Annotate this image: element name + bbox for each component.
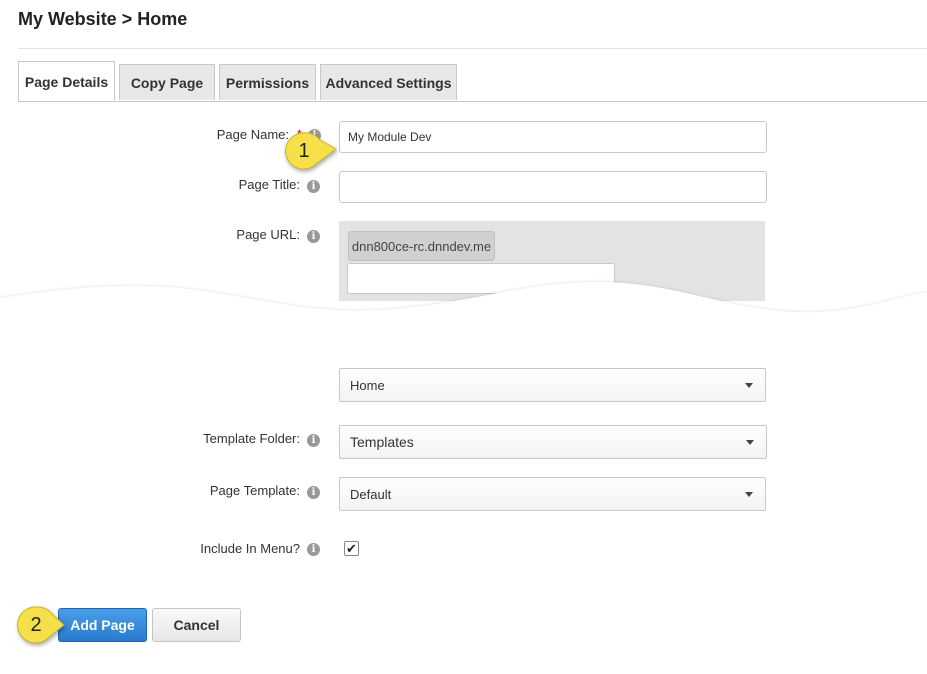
tab-page-details[interactable]: Page Details <box>18 61 115 102</box>
page-name-label: Page Name: <box>216 127 289 142</box>
page-template-select[interactable]: Default <box>339 477 766 511</box>
caret-down-icon <box>745 492 753 497</box>
page-title-label: Page Title: <box>238 177 300 192</box>
include-in-menu-checkbox[interactable]: ✔ <box>344 541 359 556</box>
torn-edge-divider <box>0 282 927 378</box>
template-folder-select[interactable]: Templates <box>339 425 767 459</box>
caret-down-icon <box>746 440 754 445</box>
page-breadcrumb: My Website > Home <box>18 9 188 29</box>
parent-page-value: Home <box>350 377 385 393</box>
callout-1: 1 <box>284 131 337 171</box>
page-title-info-icon[interactable]: i <box>307 180 320 193</box>
callout-2: 2 <box>16 605 65 645</box>
tab-copy-page[interactable]: Copy Page <box>119 64 215 100</box>
tab-underline <box>18 101 927 102</box>
page-url-label: Page URL: <box>236 227 300 242</box>
page-url-domain: dnn800ce-rc.dnndev.me <box>348 231 495 261</box>
template-folder-value: Templates <box>350 434 414 450</box>
tab-permissions[interactable]: Permissions <box>219 64 316 100</box>
page-title-input[interactable] <box>339 171 767 203</box>
template-folder-info-icon[interactable]: i <box>307 434 320 447</box>
cancel-button[interactable]: Cancel <box>152 608 241 642</box>
include-in-menu-info-icon[interactable]: i <box>307 543 320 556</box>
caret-down-icon <box>745 383 753 388</box>
callout-2-number: 2 <box>30 613 42 636</box>
page-name-input[interactable]: My Module Dev <box>339 121 767 153</box>
page-template-label: Page Template: <box>209 483 300 498</box>
include-in-menu-label: Include In Menu? <box>200 541 300 556</box>
tab-advanced-settings[interactable]: Advanced Settings <box>320 64 457 100</box>
header-divider <box>18 48 927 49</box>
parent-page-select[interactable]: Home <box>339 368 766 402</box>
template-folder-label: Template Folder: <box>203 431 300 446</box>
callout-1-number: 1 <box>298 139 310 162</box>
page-url-info-icon[interactable]: i <box>307 230 320 243</box>
page-template-value: Default <box>350 486 392 502</box>
page-template-info-icon[interactable]: i <box>307 486 320 499</box>
